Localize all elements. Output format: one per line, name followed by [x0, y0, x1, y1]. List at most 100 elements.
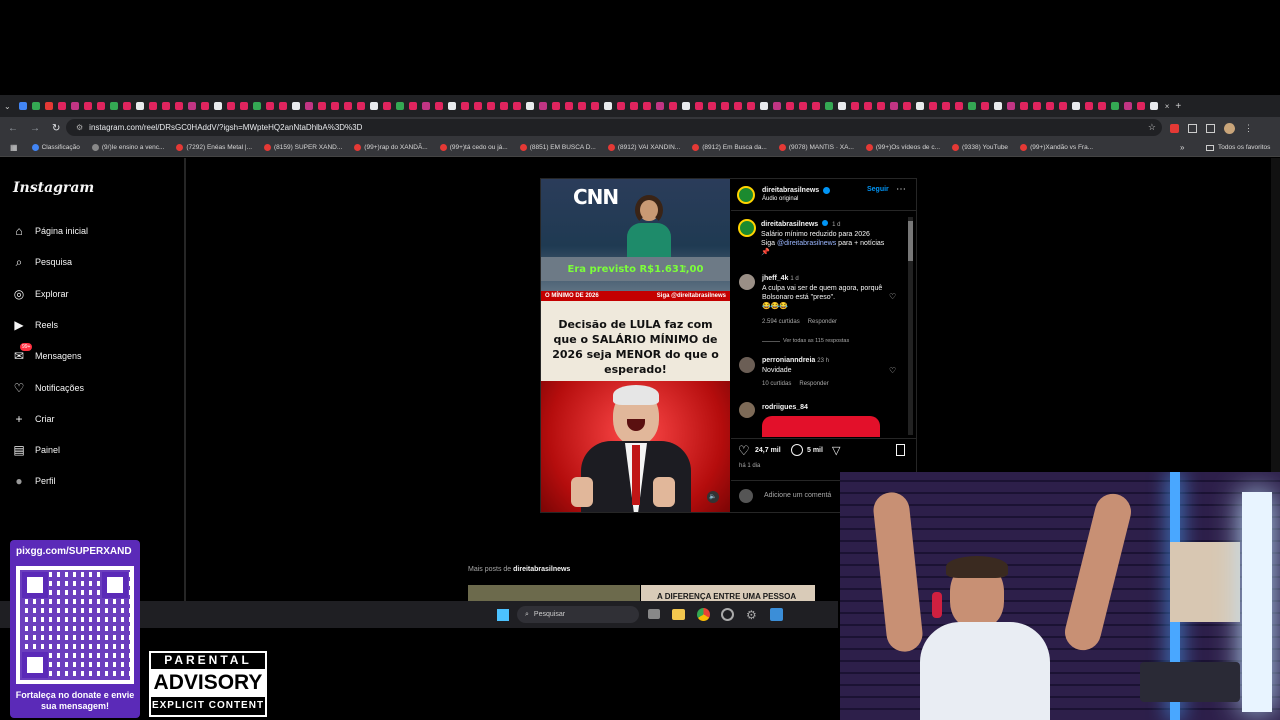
browser-tab[interactable]	[615, 101, 628, 112]
browser-tab[interactable]	[446, 101, 459, 112]
browser-tab[interactable]	[953, 101, 966, 112]
browser-tab[interactable]	[693, 101, 706, 112]
like-count[interactable]: 24,7 mil	[755, 447, 781, 454]
browser-tab[interactable]	[95, 101, 108, 112]
follow-button[interactable]: Seguir	[867, 186, 889, 193]
bookmark-item[interactable]: (9/)Ie ensino a venc...	[91, 144, 164, 151]
browser-tab[interactable]	[836, 101, 849, 112]
nav-item-pagina-inicial[interactable]: ⌂ Página inicial	[12, 224, 88, 238]
scrollbar[interactable]	[908, 217, 913, 435]
browser-tab[interactable]	[1122, 101, 1135, 112]
new-tab-icon[interactable]: +	[1175, 101, 1181, 112]
browser-tab[interactable]	[264, 101, 277, 112]
nav-item-explorar[interactable]: ◎ Explorar	[12, 287, 69, 301]
more-options-icon[interactable]: ⋯	[896, 184, 906, 195]
nav-item-notificacoes[interactable]: ♡ Notificações	[12, 381, 84, 395]
browser-tab[interactable]	[563, 101, 576, 112]
browser-tab[interactable]	[1044, 101, 1057, 112]
nav-item-mensagens[interactable]: ✉ Mensagens 99+	[12, 343, 82, 363]
browser-tab[interactable]	[992, 101, 1005, 112]
app-icon[interactable]	[770, 608, 783, 621]
browser-tab[interactable]	[342, 101, 355, 112]
browser-tab[interactable]	[901, 101, 914, 112]
reply-button[interactable]: Responder	[799, 381, 828, 387]
browser-tab[interactable]	[797, 101, 810, 112]
more-posts-thumb[interactable]	[468, 585, 640, 601]
browser-tab[interactable]	[589, 101, 602, 112]
browser-tab[interactable]	[1005, 101, 1018, 112]
reload-icon[interactable]: ↻	[52, 123, 60, 134]
browser-tab[interactable]	[641, 101, 654, 112]
browser-tab[interactable]	[849, 101, 862, 112]
browser-tab[interactable]	[303, 101, 316, 112]
chrome-icon[interactable]	[697, 608, 710, 621]
browser-tab[interactable]	[511, 101, 524, 112]
browser-tab[interactable]	[30, 101, 43, 112]
browser-tab[interactable]	[212, 101, 225, 112]
caption-avatar[interactable]	[738, 219, 756, 237]
caption-user[interactable]: direitabrasilnews	[761, 221, 818, 228]
tab-search-icon[interactable]: ⌄	[4, 102, 11, 111]
browser-tab[interactable]	[251, 101, 264, 112]
all-bookmarks[interactable]: Todos os favoritos	[1206, 144, 1270, 151]
bookmarks-overflow-icon[interactable]: »	[1180, 143, 1184, 152]
comment-avatar[interactable]	[739, 402, 755, 418]
browser-tab[interactable]	[940, 101, 953, 112]
audio-label[interactable]: Áudio original	[762, 196, 798, 202]
avatar[interactable]	[1224, 122, 1235, 134]
browser-tab[interactable]	[1018, 101, 1031, 112]
browser-tab[interactable]	[420, 101, 433, 112]
bookmark-item[interactable]: (8851) EM BUSCA D...	[519, 144, 596, 151]
bookmark-item[interactable]: (99+)tá cedo ou já...	[439, 144, 508, 151]
scrollbar-thumb[interactable]	[908, 221, 913, 261]
file-explorer-icon[interactable]	[672, 609, 685, 620]
browser-tab[interactable]	[459, 101, 472, 112]
windows-start-icon[interactable]	[497, 609, 509, 621]
browser-tab[interactable]	[277, 101, 290, 112]
browser-tab[interactable]	[823, 101, 836, 112]
comment-avatar[interactable]	[739, 357, 755, 373]
comments-scroll[interactable]: direitabrasilnews 1 d Salário mínimo red…	[731, 212, 916, 437]
browser-tab[interactable]	[1083, 101, 1096, 112]
mute-icon[interactable]: 🔈	[707, 491, 719, 503]
browser-tab[interactable]	[875, 101, 888, 112]
browser-tab[interactable]	[368, 101, 381, 112]
bookmark-item[interactable]: (8912) Em Busca da...	[692, 144, 767, 151]
view-replies-link[interactable]: Ver todas as 115 respostas	[762, 338, 849, 344]
comment-icon[interactable]	[791, 444, 803, 456]
browser-tab[interactable]	[966, 101, 979, 112]
browser-tab[interactable]	[108, 101, 121, 112]
browser-tab[interactable]	[602, 101, 615, 112]
browser-tab[interactable]	[485, 101, 498, 112]
browser-tab[interactable]	[628, 101, 641, 112]
bookmark-item[interactable]: (8912) VAI XANDIN...	[607, 144, 680, 151]
browser-tab[interactable]	[810, 101, 823, 112]
settings-icon[interactable]: ⚙	[746, 608, 757, 622]
media-icon[interactable]	[1206, 123, 1215, 133]
comment-like-icon[interactable]: ♡	[889, 366, 896, 375]
browser-tab[interactable]	[134, 101, 147, 112]
browser-tab[interactable]	[225, 101, 238, 112]
browser-tab[interactable]	[316, 101, 329, 112]
comment-user[interactable]: perronianndreia	[762, 357, 815, 364]
browser-tab[interactable]	[654, 101, 667, 112]
comment-like-icon[interactable]: ♡	[889, 292, 896, 301]
browser-tab[interactable]	[1057, 101, 1070, 112]
apps-grid-icon[interactable]: ▦	[10, 143, 18, 152]
post-username[interactable]: direitabrasilnews	[762, 187, 819, 194]
browser-tab[interactable]	[43, 101, 56, 112]
browser-tab[interactable]	[433, 101, 446, 112]
browser-tab[interactable]	[667, 101, 680, 112]
browser-tab[interactable]	[927, 101, 940, 112]
comment-likes[interactable]: 10 curtidas	[762, 381, 791, 387]
browser-tab[interactable]	[56, 101, 69, 112]
browser-tab[interactable]	[69, 101, 82, 112]
comment-likes[interactable]: 2.594 curtidas	[762, 319, 800, 325]
browser-tab[interactable]	[394, 101, 407, 112]
bookmark-item[interactable]: (99+)rap do XANDÃ...	[354, 144, 428, 151]
browser-tab[interactable]	[407, 101, 420, 112]
browser-tab[interactable]	[1070, 101, 1083, 112]
browser-tab[interactable]	[147, 101, 160, 112]
browser-tab[interactable]	[355, 101, 368, 112]
browser-tab[interactable]	[706, 101, 719, 112]
